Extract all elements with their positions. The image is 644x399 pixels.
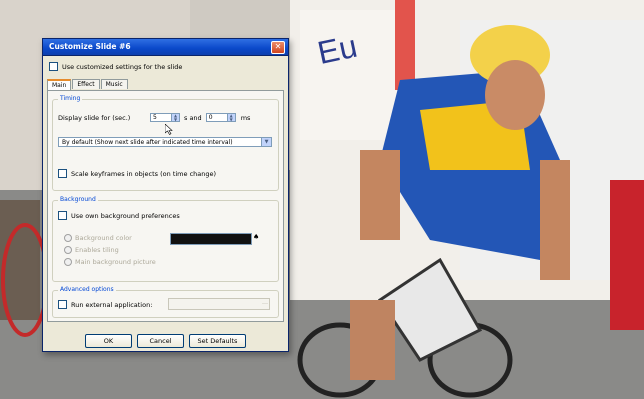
tab-effect[interactable]: Effect (72, 79, 100, 89)
ok-button[interactable]: OK (85, 334, 132, 348)
seconds-value: 5 (153, 114, 157, 121)
bg-picture-radio[interactable] (64, 258, 72, 266)
set-defaults-button[interactable]: Set Defaults (189, 334, 246, 348)
external-app-path-field[interactable]: … (168, 298, 270, 310)
tab-main[interactable]: Main (47, 79, 72, 90)
run-external-checkbox[interactable] (58, 300, 67, 309)
timing-legend: Timing (58, 95, 83, 102)
scale-keyframes-checkbox[interactable] (58, 169, 67, 178)
use-customized-checkbox[interactable] (49, 62, 58, 71)
run-external-label: Run external application: (71, 300, 153, 309)
bg-color-option[interactable]: Background color (64, 234, 132, 242)
chevron-down-icon[interactable]: ▼ (261, 138, 271, 146)
background-legend: Background (58, 196, 98, 203)
use-customized-label: Use customized settings for the slide (62, 62, 183, 71)
bg-color-label: Background color (75, 234, 132, 242)
tab-music[interactable]: Music (100, 79, 128, 89)
spinner-arrows-icon[interactable]: ▲ ▼ (171, 114, 179, 121)
use-own-background-checkbox[interactable] (58, 211, 67, 220)
tab-strip: Main Effect Music (47, 79, 129, 90)
and-label: s and (184, 113, 202, 122)
cancel-button[interactable]: Cancel (137, 334, 184, 348)
bg-picture-option[interactable]: Main background picture (64, 258, 156, 266)
bg-tiling-radio[interactable] (64, 246, 72, 254)
bg-tiling-option[interactable]: Enables tiling (64, 246, 119, 254)
bg-picture-label: Main background picture (75, 258, 156, 266)
bg-tiling-label: Enables tiling (75, 246, 119, 254)
eyedropper-icon[interactable]: ♠ (253, 233, 259, 241)
mouse-cursor-icon (165, 124, 173, 135)
spinner-arrows-icon[interactable]: ▲ ▼ (226, 114, 235, 121)
display-duration-row: Display slide for (sec.) (58, 114, 130, 122)
ms-value: 0 (208, 114, 213, 121)
scale-keyframes-row[interactable]: Scale keyframes in objects (on time chan… (58, 169, 216, 178)
scale-keyframes-label: Scale keyframes in objects (on time chan… (71, 169, 217, 178)
close-icon: ✕ (274, 42, 282, 51)
run-external-row[interactable]: Run external application: (58, 300, 152, 309)
browse-icon[interactable]: … (262, 299, 268, 306)
bg-color-radio[interactable] (64, 234, 72, 242)
main-tab-panel: Timing Display slide for (sec.) 5 ▲ ▼ s a… (47, 90, 284, 322)
ms-spinner[interactable]: 0 ▲ ▼ (205, 113, 236, 122)
ms-label: ms (240, 113, 251, 122)
use-own-background-row[interactable]: Use own background preferences (58, 211, 180, 220)
timing-mode-value: By default (Show next slide after indica… (62, 139, 233, 146)
use-own-background-label: Use own background preferences (71, 211, 180, 220)
customize-slide-dialog: Customize Slide #6 ✕ Use customized sett… (42, 38, 289, 352)
dialog-title: Customize Slide #6 (49, 42, 131, 51)
dialog-titlebar[interactable]: Customize Slide #6 ✕ (43, 39, 288, 56)
display-duration-label: Display slide for (sec.) (58, 114, 131, 122)
timing-mode-select[interactable]: By default (Show next slide after indica… (58, 137, 272, 147)
seconds-spinner[interactable]: 5 ▲ ▼ (150, 113, 180, 122)
close-button[interactable]: ✕ (271, 41, 285, 54)
seconds-spinner-row: 5 ▲ ▼ s and 0 ▲ ▼ ms (150, 113, 250, 122)
advanced-legend: Advanced options (58, 286, 116, 293)
use-customized-row[interactable]: Use customized settings for the slide (49, 62, 182, 71)
background-color-swatch[interactable] (170, 233, 252, 245)
